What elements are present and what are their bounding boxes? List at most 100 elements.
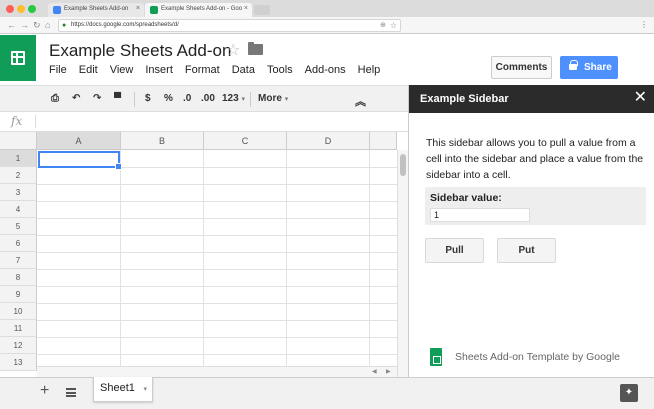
grid-line [37,252,397,253]
share-button[interactable]: Share [560,56,618,79]
row-header-10[interactable]: 10 [0,303,37,320]
grid-line [37,286,397,287]
menu-help[interactable]: Help [358,64,381,76]
grid-line [37,218,397,219]
sheets-file-icon [430,348,442,366]
row-header-8[interactable]: 8 [0,269,37,286]
grid-line [37,269,397,270]
scroll-left-icon[interactable]: ◀ [372,368,377,375]
menu-insert[interactable]: Insert [145,64,173,76]
chevron-down-icon[interactable]: ▾ [143,385,147,393]
all-sheets-list-icon[interactable] [66,388,76,397]
window-close-button[interactable] [6,5,14,13]
put-button[interactable]: Put [497,238,556,263]
explore-icon[interactable]: ✦ [620,384,638,402]
menu-file[interactable]: File [49,64,67,76]
home-icon[interactable]: ⌂ [45,20,50,30]
more-button[interactable]: More ▾ [258,93,288,104]
browser-tab-1[interactable]: Example Sheets Add-on × [48,3,144,17]
increase-decimal-button[interactable]: .00 [201,93,215,104]
sidebar-header: Example Sidebar ✕ [409,85,654,113]
redo-icon[interactable]: ↷ [93,93,101,104]
browser-menu-icon[interactable]: ⋮ [640,20,648,29]
undo-icon[interactable]: ↶ [72,93,80,104]
move-to-folder-icon[interactable] [248,42,263,55]
row-header-13[interactable]: 13 [0,354,37,371]
paint-format-icon[interactable]: ▀ [114,93,121,104]
close-icon[interactable]: ✕ [634,89,647,107]
new-tab-button[interactable] [254,5,270,15]
menu-add-ons[interactable]: Add-ons [305,64,346,76]
address-bar: ← → ↻ ⌂ ● https://docs.google.com/spread… [0,17,654,34]
print-icon[interactable]: ⎙ [51,93,59,104]
row-header-5[interactable]: 5 [0,218,37,235]
row-header-7[interactable]: 7 [0,252,37,269]
browser-tab-strip: Example Sheets Add-on × Example Sheets A… [0,0,654,17]
browser-tab-label: Example Sheets Add-on - Goo [161,6,243,12]
more-label: More [258,93,282,104]
scroll-right-icon[interactable]: ▶ [386,368,391,375]
grid-line [37,354,397,355]
star-document-icon[interactable]: ☆ [226,40,240,60]
grid-line [37,235,397,236]
menu-edit[interactable]: Edit [79,64,98,76]
column-header-e[interactable] [370,132,397,150]
sidebar-value-input[interactable] [430,208,530,222]
row-header-3[interactable]: 3 [0,184,37,201]
tab-close-icon[interactable]: × [136,5,140,12]
add-sheet-icon[interactable]: + [40,382,49,400]
grid-line [37,184,397,185]
selected-cell-a1[interactable] [38,151,122,170]
collapse-header-icon[interactable]: ︽ [355,93,366,109]
comments-button[interactable]: Comments [491,56,552,79]
forward-arrow-icon[interactable]: → [20,20,29,30]
add-on-sidebar: Example Sidebar ✕ This sidebar allows yo… [408,85,654,377]
formula-bar: fx [0,112,408,132]
row-header-4[interactable]: 4 [0,201,37,218]
pull-button[interactable]: Pull [425,238,484,263]
tab-close-icon[interactable]: × [244,5,248,12]
document-title[interactable]: Example Sheets Add-on [49,41,231,61]
sidebar-title: Example Sidebar [420,93,509,105]
bookmark-star-icon[interactable]: ☆ [390,21,397,30]
reload-icon[interactable]: ↻ [33,20,41,31]
grid-line [37,303,397,304]
menu-tools[interactable]: Tools [267,64,293,76]
percent-format-button[interactable]: % [164,93,173,104]
url-text: https://docs.google.com/spreadsheets/d/ [71,22,179,28]
browser-tab-2[interactable]: Example Sheets Add-on - Goo × [145,3,252,17]
spreadsheet-grid: A B C D 1 2 3 4 5 6 7 8 9 10 11 12 13 ◀ … [0,132,408,377]
row-header-2[interactable]: 2 [0,167,37,184]
row-header-6[interactable]: 6 [0,235,37,252]
row-header-12[interactable]: 12 [0,337,37,354]
sheets-logo-icon[interactable] [0,35,36,81]
column-header-c[interactable]: C [204,132,287,150]
column-header-a[interactable]: A [37,132,121,150]
menu-data[interactable]: Data [232,64,255,76]
row-header-9[interactable]: 9 [0,286,37,303]
window-minimize-button[interactable] [17,5,25,13]
url-input[interactable]: ● https://docs.google.com/spreadsheets/d… [58,19,401,32]
vertical-scrollbar[interactable] [397,150,408,377]
row-header-11[interactable]: 11 [0,320,37,337]
horizontal-scrollbar[interactable]: ◀ ▶ [37,366,397,377]
menu-view[interactable]: View [110,64,134,76]
zoom-icon[interactable]: ⊕ [380,21,386,29]
decrease-decimal-button[interactable]: .0 [183,93,191,104]
row-header-1[interactable]: 1 [0,150,37,167]
browser-tab-label: Example Sheets Add-on [64,6,129,12]
column-header-d[interactable]: D [287,132,370,150]
window-maximize-button[interactable] [28,5,36,13]
number-format-button[interactable]: 123 ▾ [222,93,245,104]
sidebar-footer-text: Sheets Add-on Template by Google [455,351,621,363]
toolbar: ⎙ ↶ ↷ ▀ $ % .0 .00 123 ▾ More ▾ ︽ [0,85,408,112]
menu-format[interactable]: Format [185,64,220,76]
sheet-tab-sheet1[interactable]: Sheet1 ▾ [93,377,153,402]
formula-input[interactable] [37,112,408,131]
lock-icon [569,60,578,70]
scrollbar-thumb[interactable] [400,154,406,176]
back-arrow-icon[interactable]: ← [7,20,16,30]
select-all-corner[interactable] [0,132,37,150]
currency-format-button[interactable]: $ [145,93,151,104]
column-header-b[interactable]: B [121,132,204,150]
